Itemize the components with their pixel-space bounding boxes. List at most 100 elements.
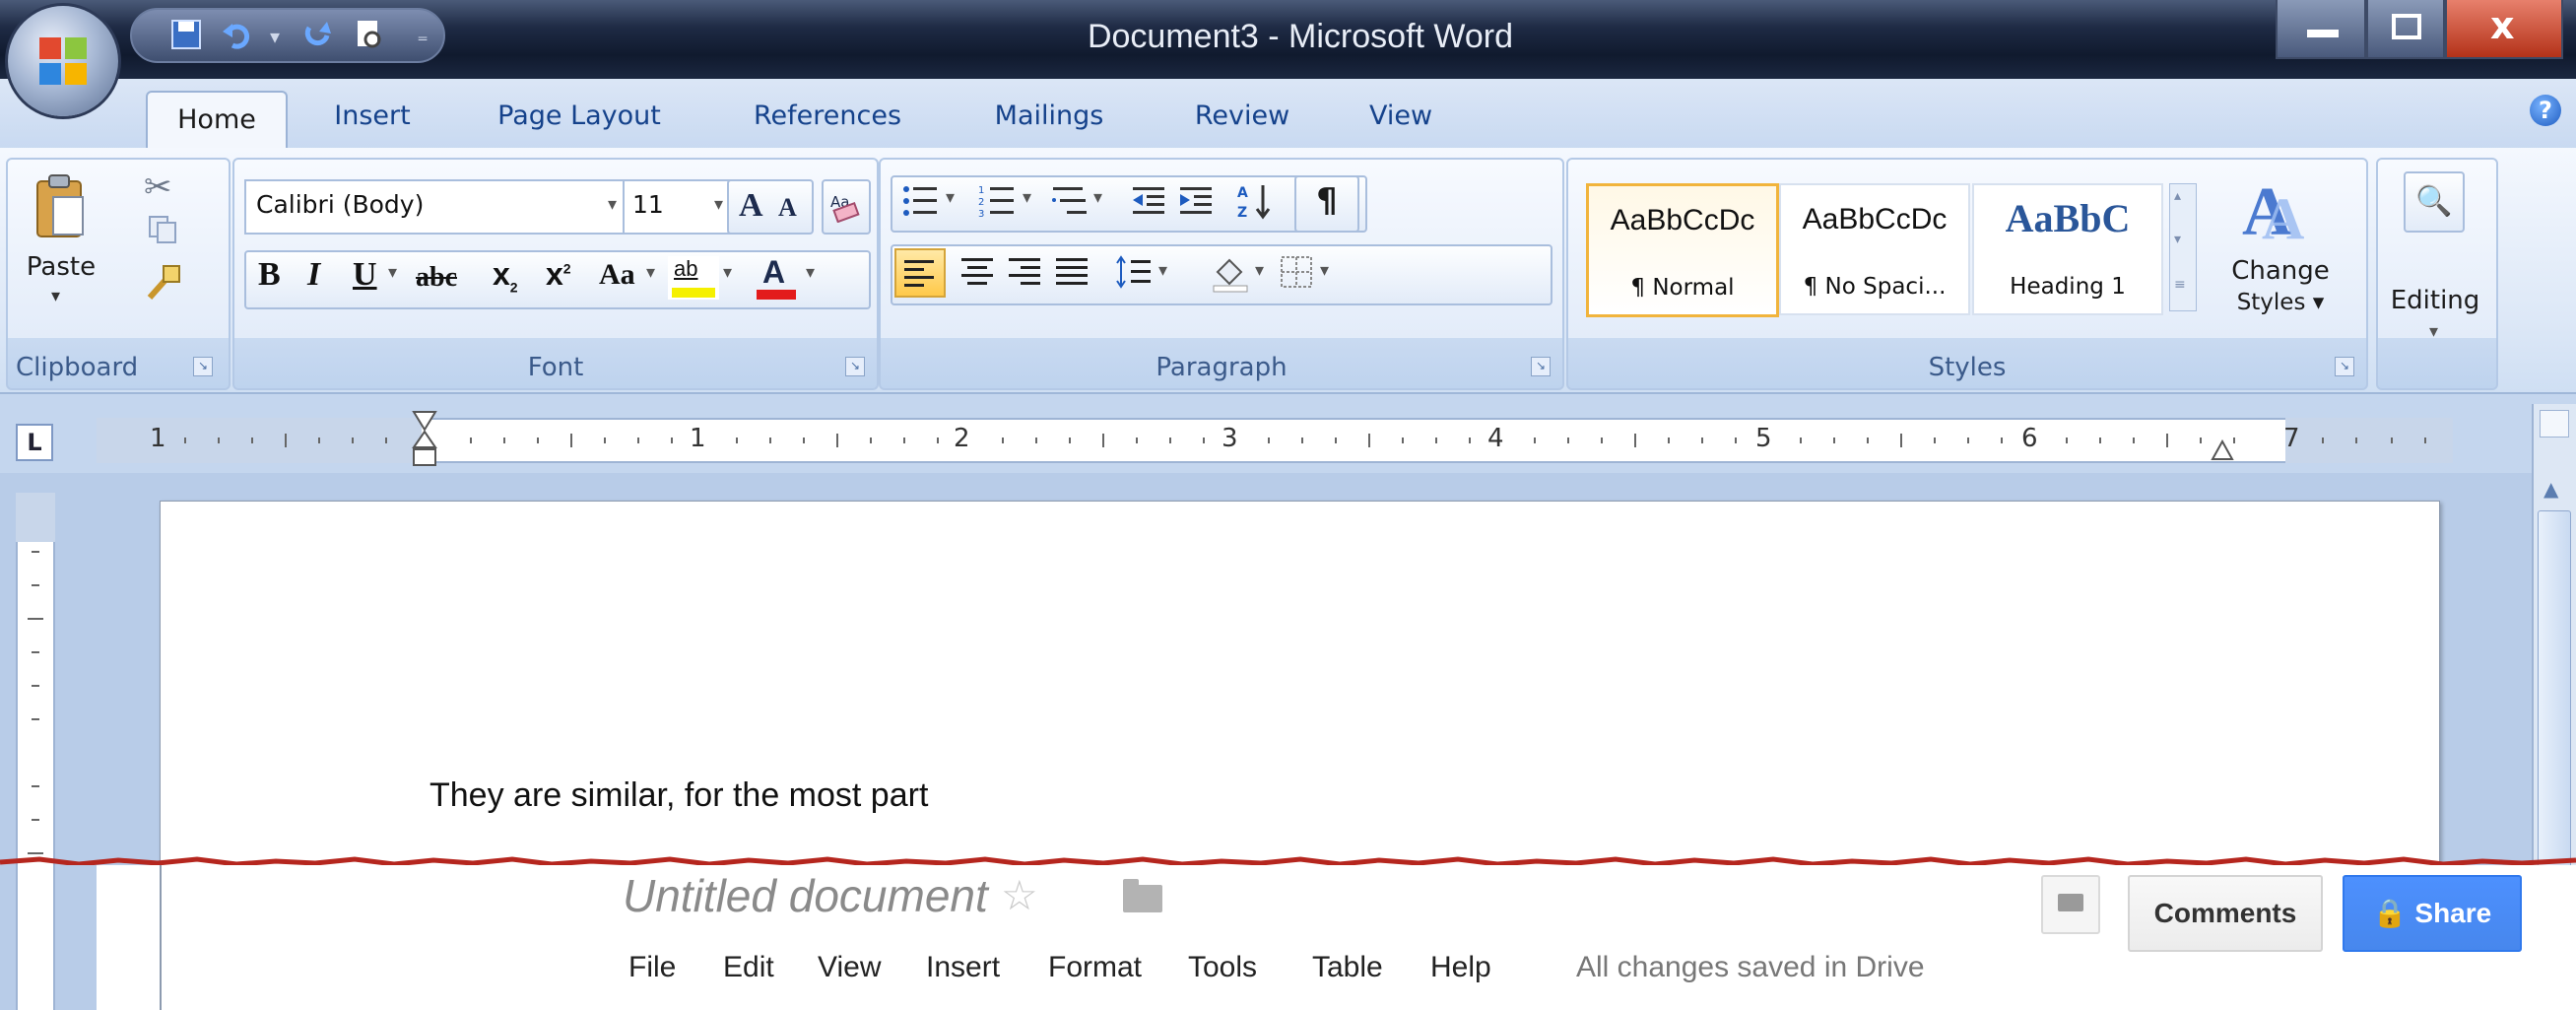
shrink-font-button[interactable]: A <box>778 193 797 223</box>
font-color-dropdown-icon[interactable]: ▾ <box>806 262 815 283</box>
office-logo-icon <box>39 37 87 85</box>
tab-references[interactable]: References <box>729 89 926 144</box>
close-button[interactable]: x <box>2445 0 2563 59</box>
menu-insert[interactable]: Insert <box>926 951 1000 984</box>
lock-icon: 🔒 <box>2372 898 2408 928</box>
styles-scroll[interactable]: ▴ ▾ ≡ <box>2169 183 2197 311</box>
editing-button[interactable]: 🔍 Editing ▾ <box>2386 168 2484 365</box>
tab-selector-button[interactable]: L <box>16 424 53 461</box>
style-no-spacing-tile[interactable]: AaBbCcDc ¶ No Spaci... <box>1779 183 1970 315</box>
office-button[interactable] <box>8 6 118 116</box>
numbering-dropdown-icon[interactable]: ▾ <box>1023 187 1031 208</box>
styles-scroll-down-icon[interactable]: ▾ <box>2174 232 2181 247</box>
save-icon[interactable] <box>167 18 205 55</box>
menu-view[interactable]: View <box>818 951 881 984</box>
menu-format[interactable]: Format <box>1048 951 1142 984</box>
subscript-button[interactable]: x2 <box>493 256 518 295</box>
styles-scroll-up-icon[interactable]: ▴ <box>2174 188 2181 204</box>
menu-help[interactable]: Help <box>1430 951 1491 984</box>
svg-text:A: A <box>2262 186 2304 248</box>
document-body-text[interactable]: They are similar, for the most part <box>429 776 928 815</box>
share-button[interactable]: 🔒 Share <box>2343 875 2522 952</box>
grow-shrink-font-group: A A <box>727 179 814 235</box>
paragraph-launcher-icon[interactable]: ↘ <box>1531 357 1551 376</box>
style-heading1-tile[interactable]: AaBbC Heading 1 <box>1972 183 2163 315</box>
change-case-button[interactable]: Aa <box>599 258 635 292</box>
font-name-combo[interactable]: Calibri (Body) ▾ <box>244 179 628 235</box>
underline-dropdown-icon[interactable]: ▾ <box>388 262 397 283</box>
clear-formatting-button[interactable]: Aa <box>822 179 871 235</box>
style-no-spacing-name: ¶ No Spaci... <box>1803 274 1947 300</box>
menu-table[interactable]: Table <box>1312 951 1383 984</box>
font-size-combo[interactable]: 11 ▾ <box>623 179 733 235</box>
bold-button[interactable]: B <box>258 256 281 294</box>
tab-mailings[interactable]: Mailings <box>975 89 1123 144</box>
change-case-dropdown-icon[interactable]: ▾ <box>646 262 655 283</box>
undo-icon[interactable] <box>219 18 256 55</box>
show-formatting-marks-button[interactable]: ¶ <box>1294 175 1359 233</box>
grow-font-button[interactable]: A <box>739 187 763 225</box>
print-preview-icon[interactable] <box>351 18 388 55</box>
right-indent-marker-icon[interactable] <box>2211 439 2234 461</box>
comments-button[interactable]: Comments <box>2128 875 2323 952</box>
align-center-icon[interactable] <box>959 254 995 290</box>
highlight-button[interactable]: ab <box>668 256 719 300</box>
strikethrough-button[interactable]: abc <box>416 262 457 294</box>
bullets-dropdown-icon[interactable]: ▾ <box>946 187 955 208</box>
decrease-indent-icon[interactable] <box>1129 181 1168 221</box>
folder-icon[interactable] <box>1123 885 1162 912</box>
cut-icon[interactable]: ✂ <box>144 168 172 207</box>
star-icon[interactable]: ☆ <box>1001 871 1038 919</box>
style-normal-tile[interactable]: AaBbCcDc ¶ Normal <box>1586 183 1779 317</box>
menu-edit[interactable]: Edit <box>723 951 774 984</box>
line-spacing-dropdown-icon[interactable]: ▾ <box>1158 260 1167 281</box>
highlight-dropdown-icon[interactable]: ▾ <box>723 262 732 283</box>
gdocs-title[interactable]: Untitled document <box>623 869 988 922</box>
font-name-value: Calibri (Body) <box>256 190 425 219</box>
borders-dropdown-icon[interactable]: ▾ <box>1320 260 1329 281</box>
scroll-up-icon[interactable]: ▲ <box>2543 477 2558 501</box>
font-launcher-icon[interactable]: ↘ <box>845 357 865 376</box>
font-color-button[interactable]: A <box>755 254 798 302</box>
sort-icon[interactable]: AZ <box>1235 181 1275 221</box>
maximize-button[interactable] <box>2366 0 2445 59</box>
borders-icon[interactable] <box>1279 254 1314 290</box>
clipboard-launcher-icon[interactable]: ↘ <box>193 357 213 376</box>
styles-more-icon[interactable]: ≡ <box>2174 277 2186 293</box>
redo-icon[interactable] <box>299 18 337 55</box>
bullets-icon[interactable] <box>900 181 940 221</box>
shading-icon[interactable] <box>1210 252 1251 294</box>
align-left-button[interactable] <box>894 248 946 298</box>
underline-button[interactable]: U <box>353 256 377 294</box>
shading-dropdown-icon[interactable]: ▾ <box>1255 260 1264 281</box>
justify-icon[interactable] <box>1054 254 1090 290</box>
styles-launcher-icon[interactable]: ↘ <box>2335 357 2354 376</box>
increase-indent-icon[interactable] <box>1176 181 1216 221</box>
copy-icon[interactable] <box>146 213 179 246</box>
minimize-button[interactable] <box>2276 0 2366 59</box>
tab-review[interactable]: Review <box>1178 89 1306 144</box>
tab-home[interactable]: Home <box>146 91 288 154</box>
numbering-icon[interactable]: 123 <box>977 181 1017 221</box>
italic-button[interactable]: I <box>307 256 320 294</box>
ribbon: Paste ▾ ✂ Clipboard ↘ Calibri (Body) ▾ 1… <box>0 148 2576 394</box>
superscript-button[interactable]: x2 <box>546 256 571 293</box>
tab-view[interactable]: View <box>1352 89 1450 144</box>
change-styles-button[interactable]: A A Change Styles ▾ <box>2207 169 2354 347</box>
line-spacing-icon[interactable] <box>1115 254 1155 290</box>
indent-marker-icon[interactable] <box>412 410 437 471</box>
change-styles-icon: A A <box>2242 174 2304 248</box>
multilevel-dropdown-icon[interactable]: ▾ <box>1093 187 1102 208</box>
undo-dropdown-icon[interactable]: ▾ <box>256 18 294 55</box>
menu-tools[interactable]: Tools <box>1188 951 1257 984</box>
menu-file[interactable]: File <box>628 951 676 984</box>
help-icon[interactable]: ? <box>2530 95 2561 126</box>
tab-insert[interactable]: Insert <box>313 89 431 144</box>
view-ruler-icon[interactable] <box>2540 410 2569 438</box>
customize-qat-icon[interactable]: ₌ <box>404 18 441 55</box>
tab-page-layout[interactable]: Page Layout <box>471 89 688 144</box>
multilevel-list-icon[interactable] <box>1050 181 1090 221</box>
align-right-icon[interactable] <box>1007 254 1042 290</box>
paste-button[interactable]: Paste ▾ <box>22 173 110 321</box>
format-painter-icon[interactable] <box>144 262 183 302</box>
